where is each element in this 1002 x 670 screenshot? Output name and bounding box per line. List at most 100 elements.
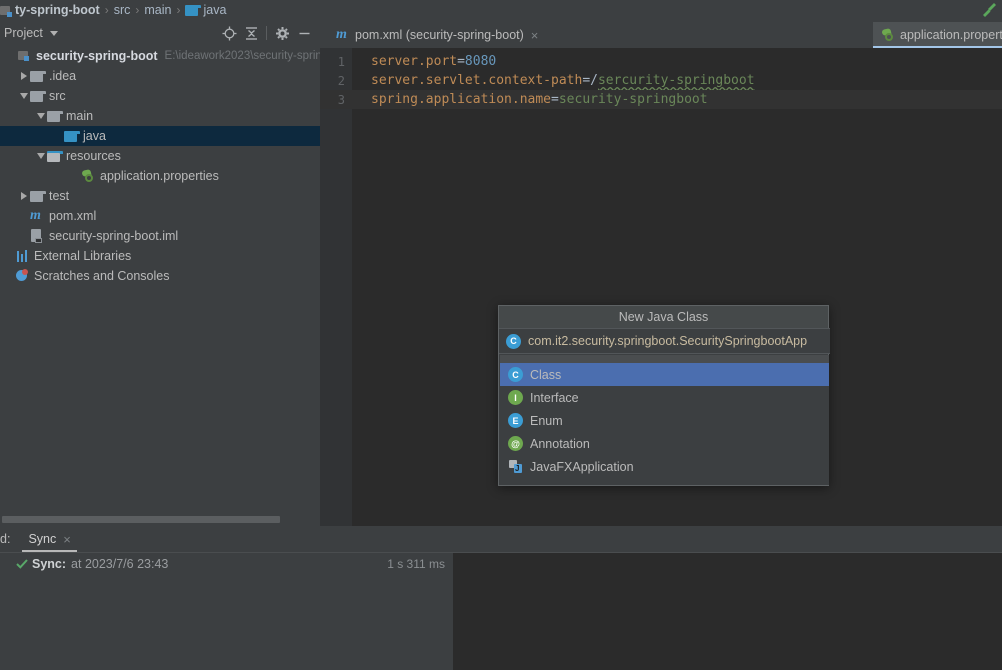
minimize-icon[interactable] [293, 22, 315, 44]
tree-expander[interactable] [17, 206, 30, 226]
module-icon [17, 49, 31, 63]
tree-row[interactable]: .idea [0, 66, 320, 86]
list-item-label: JavaFXApplication [530, 459, 634, 474]
code-token: security-springboot [558, 92, 708, 107]
popup-divider [500, 355, 829, 363]
close-icon[interactable]: × [63, 532, 71, 547]
breadcrumb-separator: › [104, 3, 109, 17]
list-item-interface[interactable]: I Interface [500, 386, 829, 409]
list-item-javafx-application[interactable]: J JavaFXApplication [500, 455, 829, 478]
class-kind-list[interactable]: C Class I Interface E Enum @ Annotation … [500, 363, 829, 485]
tree-row[interactable]: External Libraries [0, 246, 320, 266]
tree-expander[interactable] [2, 246, 15, 266]
build-event-tree[interactable]: Sync: at 2023/7/6 23:43 1 s 311 ms [0, 552, 453, 670]
tree-expander[interactable] [17, 66, 30, 86]
code-token: = [551, 92, 559, 107]
breadcrumb: ty-spring-boot › src › main › java [0, 0, 1002, 20]
breadcrumb-item-src[interactable]: src [114, 0, 131, 20]
code-line[interactable]: 3 spring.application.name=security-sprin… [320, 90, 1002, 109]
code-token: server.servlet.context-path [371, 73, 583, 88]
breadcrumb-item-java[interactable]: java [185, 0, 226, 20]
breadcrumb-separator: › [135, 3, 140, 17]
tree-label: security-spring-boot [36, 49, 158, 63]
tree-row[interactable]: resources [0, 146, 320, 166]
tree-label: main [66, 109, 94, 123]
tree-label: security-spring-boot.iml [49, 229, 179, 243]
tree-expander[interactable] [17, 86, 30, 106]
popup-title: New Java Class [499, 306, 828, 328]
interface-icon: I [508, 390, 523, 405]
tree-row-java[interactable]: java [0, 126, 320, 146]
breadcrumb-label: ty-spring-boot [15, 3, 100, 17]
tree-expander[interactable] [4, 46, 17, 66]
library-icon [15, 249, 29, 263]
collapse-all-icon[interactable] [240, 22, 262, 44]
hammer-icon[interactable] [974, 2, 996, 20]
close-icon[interactable]: × [531, 29, 539, 42]
tree-label: src [49, 89, 66, 103]
code-line[interactable]: 1 server.port=8080 [320, 52, 1002, 71]
code-token: spring.application.name [371, 92, 552, 107]
breadcrumb-label: src [113, 3, 131, 17]
chevron-down-icon[interactable] [49, 30, 58, 36]
class-name-input[interactable]: C com.it2.security.springboot.SecuritySp… [499, 328, 830, 354]
enum-icon: E [508, 413, 523, 428]
list-item-annotation[interactable]: @ Annotation [500, 432, 829, 455]
code-line[interactable]: 2 server.servlet.context-path=/sercurity… [320, 71, 1002, 90]
iml-file-icon [30, 229, 44, 243]
list-item-enum[interactable]: E Enum [500, 409, 829, 432]
module-icon [0, 5, 12, 17]
tree-row[interactable]: application.properties [0, 166, 320, 186]
editor-gutter[interactable] [320, 48, 352, 526]
build-tool-window: d: Sync × Sync: at 2023/7/6 23:43 1 s 31… [0, 526, 1002, 670]
javafx-icon: J [508, 459, 523, 474]
tab-sync[interactable]: Sync × [22, 526, 77, 552]
tree-expander[interactable] [17, 186, 30, 206]
list-item-label: Interface [530, 390, 579, 405]
project-tree[interactable]: security-spring-boot E:\ideawork2023\sec… [0, 46, 320, 511]
tree-expander[interactable] [2, 266, 15, 286]
build-event-row[interactable]: Sync: at 2023/7/6 23:43 1 s 311 ms [0, 553, 453, 575]
tree-label: resources [66, 149, 121, 163]
tab-label: application.properties [900, 28, 1002, 42]
tab-pom-xml[interactable]: m pom.xml (security-spring-boot) × [328, 22, 546, 48]
tree-row[interactable]: main [0, 106, 320, 126]
tree-label: External Libraries [34, 249, 132, 263]
tree-expander[interactable] [34, 106, 47, 126]
folder-icon [47, 150, 63, 162]
tree-expander[interactable] [68, 166, 81, 186]
folder-icon [47, 110, 63, 122]
tree-row[interactable]: security-spring-boot.iml [0, 226, 320, 246]
tab-application-properties[interactable]: application.properties × [873, 22, 1002, 48]
breadcrumb-item-module[interactable]: ty-spring-boot [0, 0, 100, 20]
folder-icon [30, 90, 46, 102]
code-token: =/ [582, 73, 598, 88]
tree-expander[interactable] [34, 146, 47, 166]
tree-expander[interactable] [17, 226, 30, 246]
tree-label: Scratches and Consoles [34, 269, 170, 283]
list-item-label: Class [530, 367, 562, 382]
tree-row[interactable]: m pom.xml [0, 206, 320, 226]
folder-icon [30, 190, 46, 202]
breadcrumb-item-main[interactable]: main [144, 0, 171, 20]
list-item-class[interactable]: C Class [500, 363, 829, 386]
tree-row[interactable]: src [0, 86, 320, 106]
idea-window: ty-spring-boot › src › main › java Proje… [0, 0, 1002, 670]
scratch-icon [15, 269, 29, 283]
tree-row[interactable]: test [0, 186, 320, 206]
locate-icon[interactable] [218, 22, 240, 44]
tree-row[interactable]: security-spring-boot E:\ideawork2023\sec… [0, 46, 320, 66]
tree-label: application.properties [100, 169, 219, 183]
build-detail-pane[interactable] [453, 552, 1002, 670]
tree-row[interactable]: Scratches and Consoles [0, 266, 320, 286]
project-tree-horizontal-scrollbar[interactable] [0, 514, 320, 524]
code-text: server.servlet.context-path=/sercurity-s… [371, 73, 755, 88]
gear-icon[interactable] [271, 22, 293, 44]
new-java-class-popup[interactable]: New Java Class C com.it2.security.spring… [498, 305, 830, 486]
code-text: server.port=8080 [371, 54, 496, 69]
line-number: 3 [337, 92, 345, 107]
project-title: Project [4, 26, 43, 40]
maven-icon: m [30, 208, 41, 223]
scrollbar-thumb[interactable] [2, 516, 280, 523]
tree-expander[interactable] [51, 126, 64, 146]
